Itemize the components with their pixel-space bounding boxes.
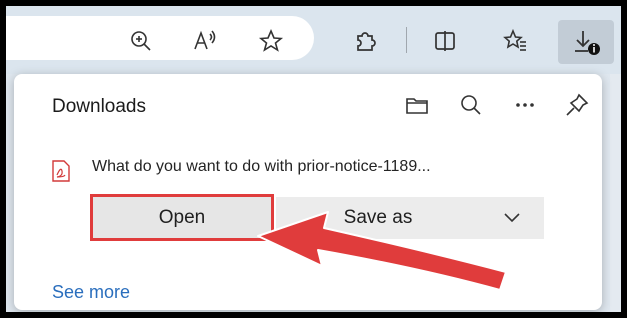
extensions-icon[interactable] <box>352 28 378 54</box>
save-as-button[interactable]: Save as <box>276 197 480 239</box>
downloads-icon <box>575 31 600 55</box>
downloads-panel: Downloads What do you want to do with pr… <box>14 74 602 310</box>
chevron-down-icon <box>504 213 520 223</box>
more-options-icon[interactable] <box>512 92 538 118</box>
panel-title: Downloads <box>52 96 146 117</box>
page-edge <box>610 74 621 312</box>
folder-icon[interactable] <box>404 92 430 118</box>
zoom-icon[interactable] <box>128 28 154 54</box>
open-button[interactable]: Open <box>90 194 274 241</box>
download-prompt: What do you want to do with prior-notice… <box>92 158 431 175</box>
browser-toolbar <box>6 6 621 74</box>
downloads-button[interactable] <box>558 20 614 64</box>
favorite-star-icon[interactable] <box>258 28 284 54</box>
toolbar-separator <box>406 27 407 53</box>
favorites-icon[interactable] <box>502 28 528 54</box>
see-more-link[interactable]: See more <box>52 282 130 303</box>
save-options-dropdown[interactable] <box>480 197 544 239</box>
pin-icon[interactable] <box>564 92 590 118</box>
pdf-file-icon <box>52 160 70 182</box>
split-screen-icon[interactable] <box>432 28 458 54</box>
search-icon[interactable] <box>458 92 484 118</box>
read-aloud-icon[interactable] <box>192 28 218 54</box>
